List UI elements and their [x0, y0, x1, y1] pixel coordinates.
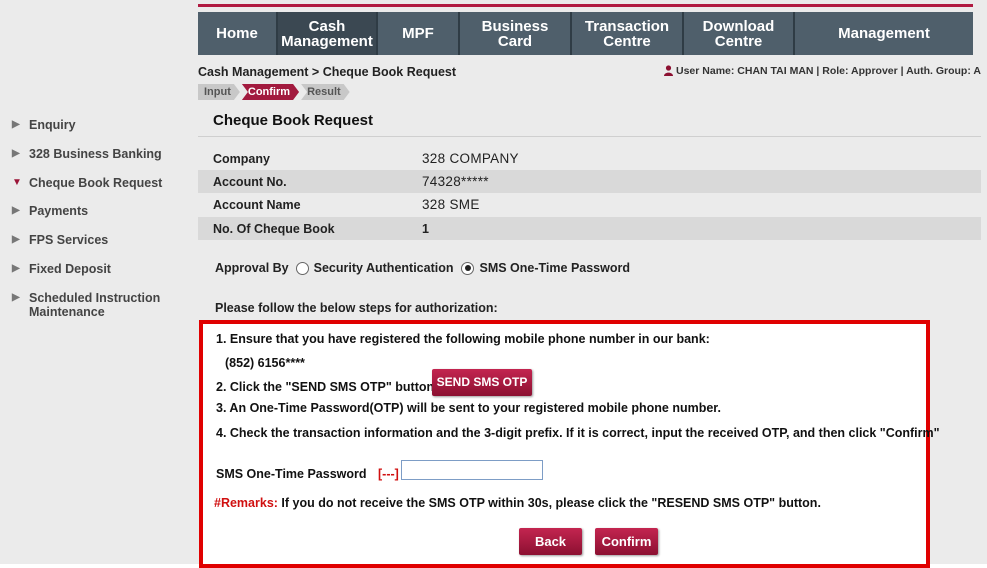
step-2-text: 2. Click the "SEND SMS OTP" button	[216, 380, 435, 394]
instructions-title: Please follow the below steps for author…	[215, 301, 498, 315]
step-4-text: 4. Check the transaction information and…	[216, 426, 940, 440]
detail-label: No. Of Cheque Book	[213, 222, 335, 236]
remarks-label: #Remarks:	[214, 496, 278, 510]
chevron-right-icon: ▶	[12, 263, 20, 274]
detail-value: 1	[422, 222, 430, 236]
progress-steps: Input Confirm Result	[198, 84, 352, 100]
remarks-text: If you do not receive the SMS OTP within…	[277, 496, 821, 510]
approval-method: Approval By Security Authentication SMS …	[215, 261, 630, 275]
back-button[interactable]: Back	[519, 528, 582, 555]
sidebar-item-fixed-deposit[interactable]: ▶ Fixed Deposit	[12, 262, 189, 276]
divider	[198, 136, 981, 137]
nav-download-centre[interactable]: Download Centre	[684, 12, 795, 55]
chevron-down-icon: ▼	[12, 177, 22, 188]
chevron-right-icon: ▶	[12, 119, 20, 130]
nav-management[interactable]: Management	[795, 12, 973, 55]
user-icon	[664, 65, 673, 76]
radio-label: SMS One-Time Password	[479, 261, 630, 275]
step-1-text: 1. Ensure that you have registered the f…	[216, 332, 710, 346]
chevron-right-icon: ▶	[12, 148, 20, 159]
sidebar-item-label: Enquiry	[29, 118, 76, 132]
chevron-right-icon: ▶	[12, 205, 20, 216]
send-sms-otp-button[interactable]: SEND SMS OTP	[432, 369, 532, 396]
brand-top-line	[198, 4, 973, 7]
sidebar-item-business-banking[interactable]: ▶ 328 Business Banking	[12, 147, 189, 161]
chevron-right-icon: ▶	[12, 292, 20, 303]
sidebar-item-cheque-book-request[interactable]: ▼ Cheque Book Request	[12, 176, 189, 190]
sidebar-item-label: 328 Business Banking	[29, 147, 162, 161]
nav-home[interactable]: Home	[198, 12, 278, 55]
sidebar-item-scheduled-instruction[interactable]: ▶ Scheduled Instruction Maintenance	[12, 291, 189, 319]
user-info-text: User Name: CHAN TAI MAN | Role: Approver…	[676, 65, 981, 77]
sidebar-item-label: FPS Services	[29, 233, 109, 247]
sidebar-item-label: Payments	[29, 204, 89, 218]
step-confirm: Confirm	[242, 84, 299, 100]
detail-row-account-no: Account No. 74328*****	[198, 170, 981, 193]
detail-value: 328 SME	[422, 197, 480, 212]
otp-prefix: [---]	[378, 467, 399, 481]
approval-label: Approval By	[215, 261, 289, 275]
detail-label: Account Name	[213, 198, 301, 212]
top-nav: Home Cash Management MPF Business Card T…	[198, 12, 973, 55]
detail-label: Account No.	[213, 175, 287, 189]
detail-row-company: Company 328 COMPANY	[198, 147, 981, 170]
nav-transaction-centre[interactable]: Transaction Centre	[572, 12, 684, 55]
sidebar-item-fps-services[interactable]: ▶ FPS Services	[12, 233, 189, 247]
detail-label: Company	[213, 152, 270, 166]
sidebar-item-label: Scheduled Instruction Maintenance	[29, 291, 161, 319]
breadcrumb: Cash Management > Cheque Book Request	[198, 65, 457, 79]
radio-label: Security Authentication	[313, 261, 454, 275]
otp-input[interactable]	[401, 460, 543, 480]
detail-value: 328 COMPANY	[422, 151, 519, 166]
nav-cash-management[interactable]: Cash Management	[278, 12, 378, 55]
otp-label: SMS One-Time Password	[216, 467, 367, 481]
sidebar-item-payments[interactable]: ▶ Payments	[12, 204, 189, 218]
sidebar: ▶ Enquiry ▶ 328 Business Banking ▼ Chequ…	[0, 0, 198, 564]
main-content: Home Cash Management MPF Business Card T…	[198, 0, 987, 568]
otp-authorization-panel: 1. Ensure that you have registered the f…	[199, 320, 940, 568]
detail-row-account-name: Account Name 328 SME	[198, 193, 981, 216]
nav-mpf[interactable]: MPF	[378, 12, 460, 55]
user-info: User Name: CHAN TAI MAN | Role: Approver…	[664, 65, 981, 77]
step-input: Input	[198, 84, 240, 100]
remarks: #Remarks: If you do not receive the SMS …	[214, 496, 821, 510]
page-title: Cheque Book Request	[213, 112, 374, 129]
chevron-right-icon: ▶	[12, 234, 20, 245]
step-3-text: 3. An One-Time Password(OTP) will be sen…	[216, 401, 721, 415]
sidebar-item-label: Cheque Book Request	[29, 176, 163, 190]
radio-security-authentication[interactable]	[295, 261, 309, 275]
confirm-button[interactable]: Confirm	[595, 528, 658, 555]
sidebar-item-enquiry[interactable]: ▶ Enquiry	[12, 118, 189, 132]
sidebar-item-label: Fixed Deposit	[29, 262, 111, 276]
step-result: Result	[301, 84, 350, 100]
nav-business-card[interactable]: Business Card	[460, 12, 572, 55]
radio-sms-otp[interactable]	[461, 261, 475, 275]
registered-phone: (852) 6156****	[225, 356, 305, 370]
detail-value: 74328*****	[422, 174, 489, 189]
detail-row-cheque-books: No. Of Cheque Book 1	[198, 217, 981, 240]
